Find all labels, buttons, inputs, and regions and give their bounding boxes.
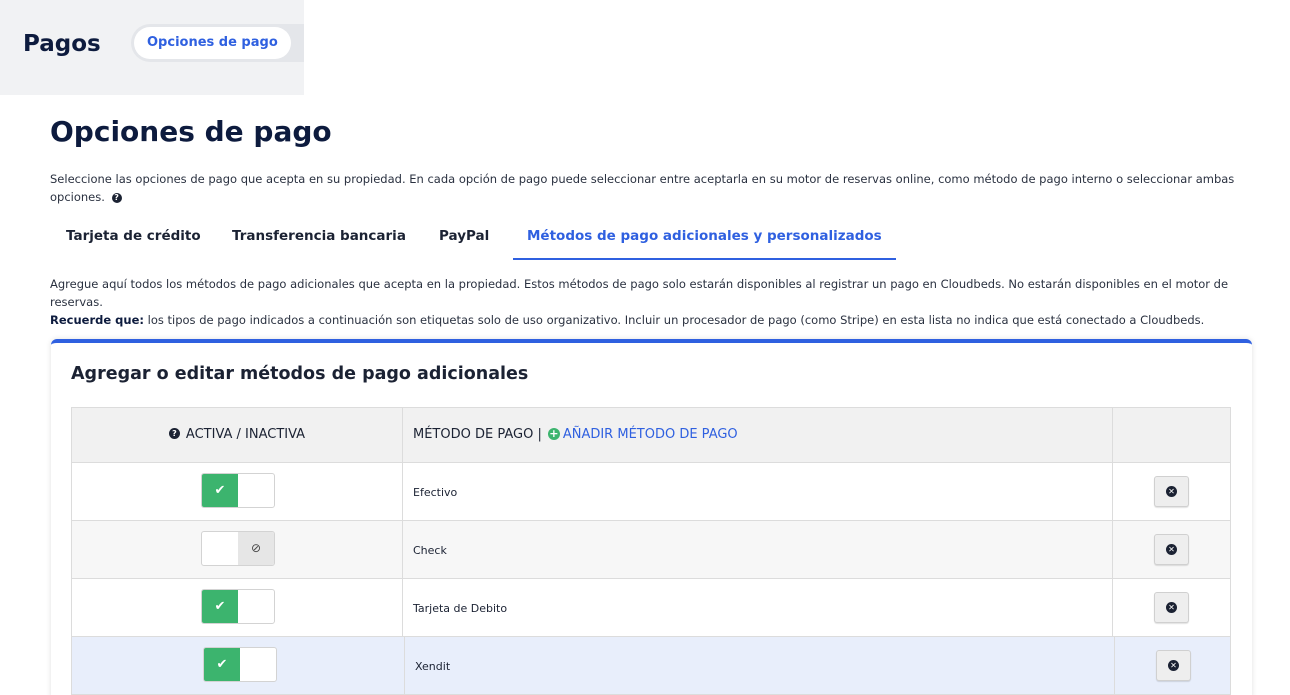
column-divider xyxy=(1112,579,1113,636)
tab-credit-card[interactable]: Tarjeta de crédito xyxy=(66,222,201,260)
tab-description: Agregue aquí todos los métodos de pago a… xyxy=(50,275,1265,329)
question-circle-icon[interactable]: ? xyxy=(111,192,122,203)
delete-button[interactable]: ✕ xyxy=(1156,650,1191,681)
plus-circle-icon: + xyxy=(547,426,560,440)
tab-paypal[interactable]: PayPal xyxy=(439,222,489,260)
subtab-bar: Opciones de pago xyxy=(131,24,304,62)
description-text: Agregue aquí todos los métodos de pago a… xyxy=(50,277,1229,309)
column-divider xyxy=(402,463,403,520)
header-status: ? ACTIVA / INACTIVA xyxy=(72,408,403,462)
reminder-label: Recuerde que: xyxy=(50,313,144,327)
check-icon: ✔ xyxy=(202,474,238,507)
table-header: ? ACTIVA / INACTIVA MÉTODO DE PAGO | + AÑAD… xyxy=(71,407,1231,463)
panel-title: Agregar o editar métodos de pago adicion… xyxy=(71,364,529,384)
check-icon: ✔ xyxy=(204,648,240,681)
column-divider xyxy=(404,637,405,694)
header-method-label: MÉTODO DE PAGO | xyxy=(413,427,542,442)
reminder-body: los tipos de pago indicados a continuaci… xyxy=(143,313,1205,327)
intro-text-body: Seleccione las opciones de pago que acep… xyxy=(50,172,1235,204)
column-divider xyxy=(1112,463,1113,520)
reminder-text: Recuerde que: los tipos de pago indicado… xyxy=(50,311,1265,329)
ban-icon: ⊘ xyxy=(238,532,274,565)
method-name: Check xyxy=(413,544,447,557)
question-circle-icon[interactable]: ? xyxy=(168,428,180,439)
column-divider xyxy=(1114,637,1115,694)
status-toggle[interactable]: ✔ xyxy=(203,647,277,682)
method-name: Xendit xyxy=(415,660,451,673)
check-icon: ✔ xyxy=(202,590,238,623)
times-circle-icon: ✕ xyxy=(1168,660,1179,671)
delete-button[interactable]: ✕ xyxy=(1154,592,1189,623)
column-divider xyxy=(402,579,403,636)
tab-additional-methods[interactable]: Métodos de pago adicionales y personaliz… xyxy=(513,222,896,260)
method-name: Tarjeta de Debito xyxy=(413,602,508,615)
table-row: ⊘ Check ✕ xyxy=(71,521,1231,579)
table-row: ✔ Tarjeta de Debito ✕ xyxy=(71,579,1231,637)
column-divider xyxy=(1112,521,1113,578)
subtab-payment-options[interactable]: Opciones de pago xyxy=(134,27,291,59)
status-toggle[interactable]: ⊘ xyxy=(201,531,275,566)
times-circle-icon: ✕ xyxy=(1166,602,1177,613)
times-circle-icon: ✕ xyxy=(1166,486,1177,497)
add-method-link[interactable]: + AÑADIR MÉTODO DE PAGO xyxy=(547,426,738,442)
intro-text: Seleccione las opciones de pago que acep… xyxy=(50,170,1265,206)
page-title: Opciones de pago xyxy=(50,115,332,148)
table-row: ✔ Efectivo ✕ xyxy=(71,463,1231,521)
header-method: MÉTODO DE PAGO | + AÑADIR MÉTODO DE PAGO xyxy=(403,408,1113,462)
column-divider xyxy=(402,521,403,578)
section-title: Pagos xyxy=(23,31,101,57)
method-name: Efectivo xyxy=(413,486,458,499)
status-toggle[interactable]: ✔ xyxy=(201,589,275,624)
status-toggle[interactable]: ✔ xyxy=(201,473,275,508)
tab-bank-transfer[interactable]: Transferencia bancaria xyxy=(232,222,406,260)
delete-button[interactable]: ✕ xyxy=(1154,476,1189,507)
header-actions xyxy=(1113,408,1230,462)
delete-button[interactable]: ✕ xyxy=(1154,534,1189,565)
header-status-label: ACTIVA / INACTIVA xyxy=(185,427,306,442)
add-method-label: AÑADIR MÉTODO DE PAGO xyxy=(562,427,738,442)
table-row: ✔ Xendit ✕ xyxy=(71,637,1231,695)
times-circle-icon: ✕ xyxy=(1166,544,1177,555)
